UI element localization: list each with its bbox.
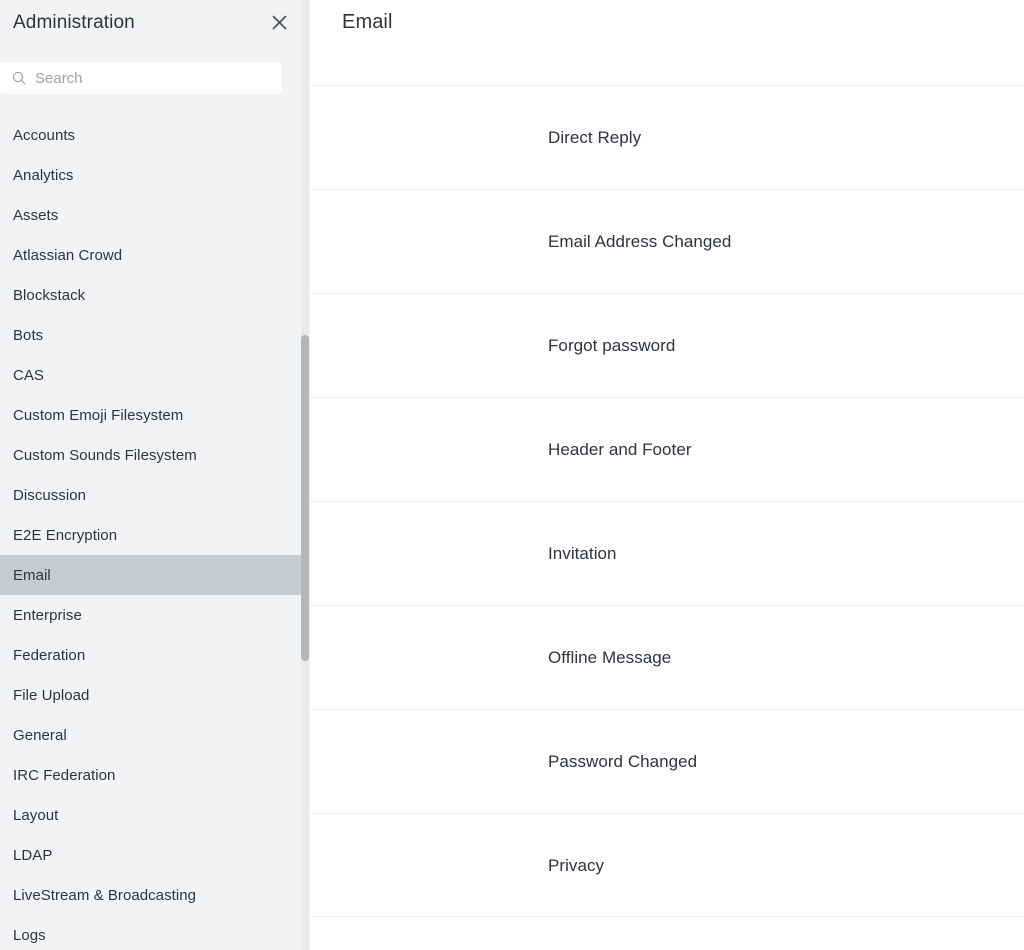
sidebar-item-accounts[interactable]: Accounts <box>0 115 302 155</box>
sidebar-item-irc-federation[interactable]: IRC Federation <box>0 755 302 795</box>
sidebar-item-e2e-encryption[interactable]: E2E Encryption <box>0 515 302 555</box>
settings-section-invitation[interactable]: Invitation <box>310 501 1024 605</box>
settings-section-title: Invitation <box>548 545 617 562</box>
sidebar-item-label: Accounts <box>13 127 75 144</box>
sidebar-item-label: Layout <box>13 807 58 824</box>
close-icon[interactable] <box>266 10 292 36</box>
sidebar-item-label: Discussion <box>13 487 86 504</box>
sidebar-item-assets[interactable]: Assets <box>0 195 302 235</box>
settings-section-title: Email Address Changed <box>548 233 731 250</box>
sidebar-item-label: Enterprise <box>13 607 82 624</box>
sidebar-item-label: Blockstack <box>13 287 85 304</box>
sidebar-item-label: CAS <box>13 367 44 384</box>
sidebar-item-atlassian-crowd[interactable]: Atlassian Crowd <box>0 235 302 275</box>
sidebar-item-custom-emoji-filesystem[interactable]: Custom Emoji Filesystem <box>0 395 302 435</box>
settings-section-header-and-footer[interactable]: Header and Footer <box>310 397 1024 501</box>
settings-section-direct-reply[interactable]: Direct Reply <box>310 85 1024 189</box>
sidebar-item-label: File Upload <box>13 687 89 704</box>
sidebar-item-label: Atlassian Crowd <box>13 247 122 264</box>
administration-nav-list: Accounts Analytics Assets Atlassian Crowd Bl… <box>0 115 302 950</box>
sidebar-item-email[interactable]: Email <box>0 555 302 595</box>
sidebar-item-label: Federation <box>13 647 85 664</box>
sidebar-title: Administration <box>13 13 135 32</box>
sidebar-item-file-upload[interactable]: File Upload <box>0 675 302 715</box>
sidebar-item-label: Logs <box>13 927 46 944</box>
email-settings-panel: Email Direct Reply Email Address Changed F… <box>310 0 1024 950</box>
sidebar-item-federation[interactable]: Federation <box>0 635 302 675</box>
settings-section-email-address-changed[interactable]: Email Address Changed <box>310 189 1024 293</box>
sidebar-item-label: LDAP <box>13 847 52 864</box>
sidebar-item-analytics[interactable]: Analytics <box>0 155 302 195</box>
sidebar-item-label: General <box>13 727 67 744</box>
sidebar-item-enterprise[interactable]: Enterprise <box>0 595 302 635</box>
sidebar-item-custom-sounds-filesystem[interactable]: Custom Sounds Filesystem <box>0 435 302 475</box>
page-title: Email <box>342 12 393 32</box>
administration-sidebar: Administration Accounts Analytics Assets At… <box>0 0 310 950</box>
sidebar-item-blockstack[interactable]: Blockstack <box>0 275 302 315</box>
settings-section-offline-message[interactable]: Offline Message <box>310 605 1024 709</box>
sidebar-item-label: Analytics <box>13 167 73 184</box>
sidebar-item-livestream-broadcasting[interactable]: LiveStream & Broadcasting <box>0 875 302 915</box>
sidebar-scrollbar-thumb[interactable] <box>301 335 309 661</box>
search-icon <box>12 71 26 85</box>
sidebar-item-ldap[interactable]: LDAP <box>0 835 302 875</box>
sidebar-item-bots[interactable]: Bots <box>0 315 302 355</box>
sidebar-item-label: Assets <box>13 207 58 224</box>
sidebar-item-label: LiveStream & Broadcasting <box>13 887 196 904</box>
settings-section-privacy[interactable]: Privacy <box>310 813 1024 917</box>
sidebar-item-label: Custom Sounds Filesystem <box>13 447 197 464</box>
main-header: Email <box>310 0 1024 44</box>
settings-section-title: Privacy <box>548 857 604 874</box>
search-input[interactable] <box>35 62 272 94</box>
admin-settings-window: Administration Accounts Analytics Assets At… <box>0 0 1024 950</box>
settings-section-title: Direct Reply <box>548 129 641 146</box>
sidebar-header: Administration <box>0 0 310 45</box>
settings-section-password-changed[interactable]: Password Changed <box>310 709 1024 813</box>
settings-section-title: Offline Message <box>548 649 671 666</box>
settings-section-title: Forgot password <box>548 337 675 354</box>
settings-section-title: Header and Footer <box>548 441 692 458</box>
sidebar-item-label: Bots <box>13 327 43 344</box>
sidebar-item-layout[interactable]: Layout <box>0 795 302 835</box>
settings-section-forgot-password[interactable]: Forgot password <box>310 293 1024 397</box>
settings-section-title: Password Changed <box>548 753 697 770</box>
sidebar-item-discussion[interactable]: Discussion <box>0 475 302 515</box>
sidebar-item-logs[interactable]: Logs <box>0 915 302 950</box>
sidebar-item-label: Custom Emoji Filesystem <box>13 407 183 424</box>
search-box[interactable] <box>0 62 282 94</box>
sidebar-search-area <box>0 62 310 94</box>
sidebar-item-label: Email <box>13 567 51 584</box>
sidebar-item-label: IRC Federation <box>13 767 115 784</box>
sidebar-item-cas[interactable]: CAS <box>0 355 302 395</box>
sidebar-item-label: E2E Encryption <box>13 527 117 544</box>
sidebar-item-general[interactable]: General <box>0 715 302 755</box>
settings-section-list: Direct Reply Email Address Changed Forgot … <box>310 85 1024 917</box>
